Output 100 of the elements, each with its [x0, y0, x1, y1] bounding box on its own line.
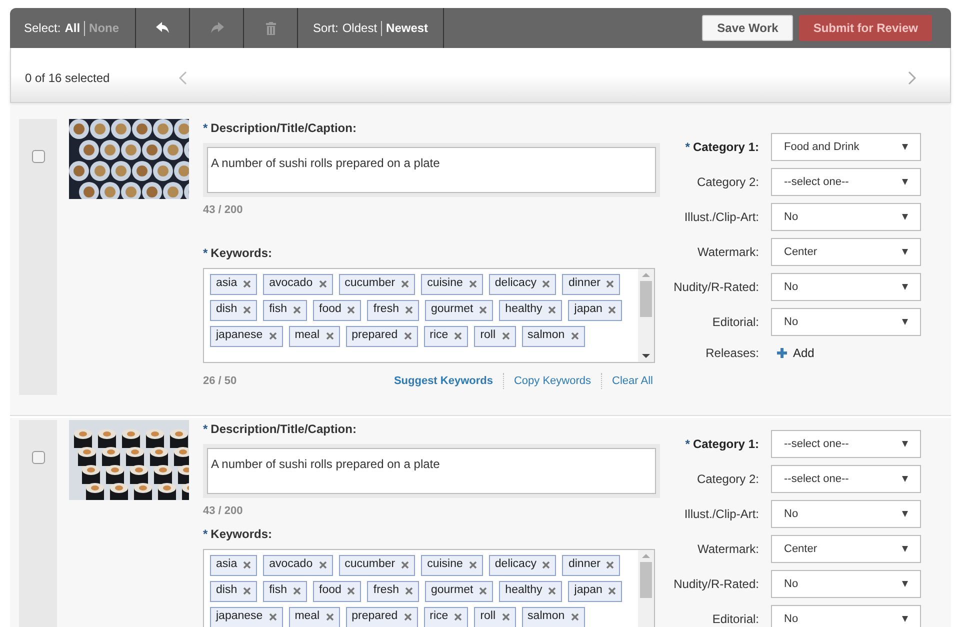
- keyword-text: avocado: [269, 276, 313, 292]
- keyword-text: gourmet: [430, 583, 474, 598]
- dropdown[interactable]: No: [771, 308, 921, 336]
- dropdown[interactable]: Food and Drink: [771, 133, 921, 161]
- character-count: 43 / 200: [203, 203, 244, 218]
- dropdown[interactable]: No: [771, 203, 921, 231]
- keywords-field[interactable]: asia avocado cucumber cuisine delicacy dinner dish fish food fresh gourmet healthy japan japanese meal prepared rice roll salmon: [203, 548, 655, 627]
- remove-icon[interactable]: [454, 613, 462, 621]
- sort-label: Sort:: [313, 20, 338, 37]
- sort-option[interactable]: Oldest: [342, 19, 378, 37]
- remove-icon[interactable]: [502, 332, 510, 340]
- keyword-count: 26 / 50: [203, 374, 237, 388]
- keyword-text: asia: [216, 276, 238, 292]
- keyword-link[interactable]: Clear All: [601, 372, 655, 389]
- keyword-text: meal: [294, 328, 320, 344]
- dropdown[interactable]: --select one--: [771, 430, 921, 458]
- remove-icon[interactable]: [243, 280, 252, 288]
- field-label: Category 2:: [696, 471, 759, 488]
- dropdown[interactable]: No: [771, 605, 921, 627]
- description-label: * Description/Title/Caption:: [203, 421, 358, 438]
- remove-icon[interactable]: [318, 561, 327, 569]
- remove-icon[interactable]: [606, 561, 614, 569]
- remove-icon[interactable]: [548, 587, 556, 595]
- remove-icon[interactable]: [401, 561, 410, 569]
- remove-icon[interactable]: [404, 613, 412, 621]
- remove-icon[interactable]: [570, 613, 579, 621]
- remove-icon[interactable]: [542, 280, 550, 288]
- description-field[interactable]: A number of sushi rolls prepared on a plate: [203, 143, 660, 197]
- remove-icon[interactable]: [548, 306, 556, 314]
- field-label: Category 2:: [696, 174, 759, 191]
- remove-icon[interactable]: [606, 280, 614, 288]
- remove-icon[interactable]: [404, 587, 413, 595]
- remove-icon[interactable]: [347, 587, 356, 595]
- keyword-text: delicacy: [494, 276, 536, 292]
- dropdown[interactable]: --select one--: [771, 168, 921, 196]
- caret-icon: [902, 511, 908, 517]
- dropdown[interactable]: Center: [771, 238, 921, 266]
- keywords-label: * Keywords:: [203, 244, 274, 262]
- description-field[interactable]: A number of sushi rolls prepared on a plate: [203, 444, 660, 498]
- dropdown[interactable]: No: [771, 570, 921, 598]
- keyword-text: rice: [430, 328, 448, 344]
- remove-icon[interactable]: [468, 561, 477, 569]
- dropdown[interactable]: No: [771, 500, 921, 528]
- keyword-link[interactable]: Copy Keywords: [502, 372, 602, 389]
- remove-icon[interactable]: [454, 332, 462, 340]
- scrollbar[interactable]: [638, 268, 654, 362]
- scrollbar[interactable]: [638, 550, 654, 627]
- remove-icon[interactable]: [326, 332, 334, 340]
- keyword-text: salmon: [528, 609, 565, 624]
- remove-icon[interactable]: [243, 306, 252, 314]
- remove-icon[interactable]: [502, 613, 510, 621]
- keyword-link[interactable]: Suggest Keywords: [384, 372, 503, 389]
- keyword-text: cucumber: [344, 557, 396, 572]
- remove-icon[interactable]: [608, 587, 616, 595]
- field-label: Releases:: [704, 345, 759, 362]
- remove-icon[interactable]: [243, 561, 252, 569]
- keyword-text: fresh: [373, 583, 399, 598]
- keyword-text: delicacy: [494, 557, 536, 572]
- remove-icon[interactable]: [570, 332, 579, 340]
- keyword-text: japanese: [216, 609, 263, 624]
- remove-icon[interactable]: [318, 280, 327, 288]
- remove-icon[interactable]: [479, 587, 488, 595]
- select-label: Select:: [24, 20, 61, 37]
- remove-icon[interactable]: [468, 280, 477, 288]
- remove-icon[interactable]: [401, 280, 410, 288]
- caret-icon: [902, 616, 908, 622]
- field-label: * Category 1:: [684, 436, 759, 453]
- plus-icon: [777, 348, 787, 358]
- keyword-text: avocado: [269, 557, 313, 572]
- dropdown[interactable]: No: [771, 273, 921, 301]
- select-checkbox[interactable]: [32, 150, 44, 163]
- keyword-text: food: [319, 583, 342, 598]
- select-option[interactable]: All: [64, 19, 80, 37]
- next-icon[interactable]: [908, 70, 916, 84]
- remove-icon[interactable]: [326, 613, 334, 621]
- keyword-text: prepared: [352, 328, 398, 344]
- remove-icon[interactable]: [243, 587, 252, 595]
- remove-icon[interactable]: [268, 332, 277, 340]
- dropdown[interactable]: Center: [771, 535, 921, 563]
- remove-icon[interactable]: [268, 613, 277, 621]
- remove-icon[interactable]: [347, 306, 356, 314]
- keywords-field[interactable]: asia avocado cucumber cuisine delicacy dinner dish fish food fresh gourmet healthy japan japanese meal prepared rice roll salmon: [203, 268, 655, 362]
- field-label: Watermark:: [696, 541, 759, 558]
- save-button[interactable]: Save Work: [702, 15, 794, 41]
- remove-icon[interactable]: [608, 306, 616, 314]
- sort-option[interactable]: Newest: [386, 19, 428, 37]
- keyword-text: japan: [574, 302, 602, 318]
- dropdown[interactable]: --select one--: [771, 465, 921, 493]
- remove-icon[interactable]: [404, 332, 412, 340]
- keyword-text: japan: [574, 583, 602, 598]
- remove-icon[interactable]: [293, 587, 302, 595]
- select-checkbox[interactable]: [32, 451, 44, 464]
- remove-icon[interactable]: [293, 306, 302, 314]
- remove-icon[interactable]: [404, 306, 413, 314]
- remove-icon[interactable]: [542, 561, 550, 569]
- add-release-button[interactable]: Add: [777, 343, 814, 363]
- keyword-text: meal: [294, 609, 320, 624]
- remove-icon[interactable]: [479, 306, 488, 314]
- selection-count: 0 of 16 selected: [25, 70, 111, 86]
- description-label: * Description/Title/Caption:: [203, 120, 358, 137]
